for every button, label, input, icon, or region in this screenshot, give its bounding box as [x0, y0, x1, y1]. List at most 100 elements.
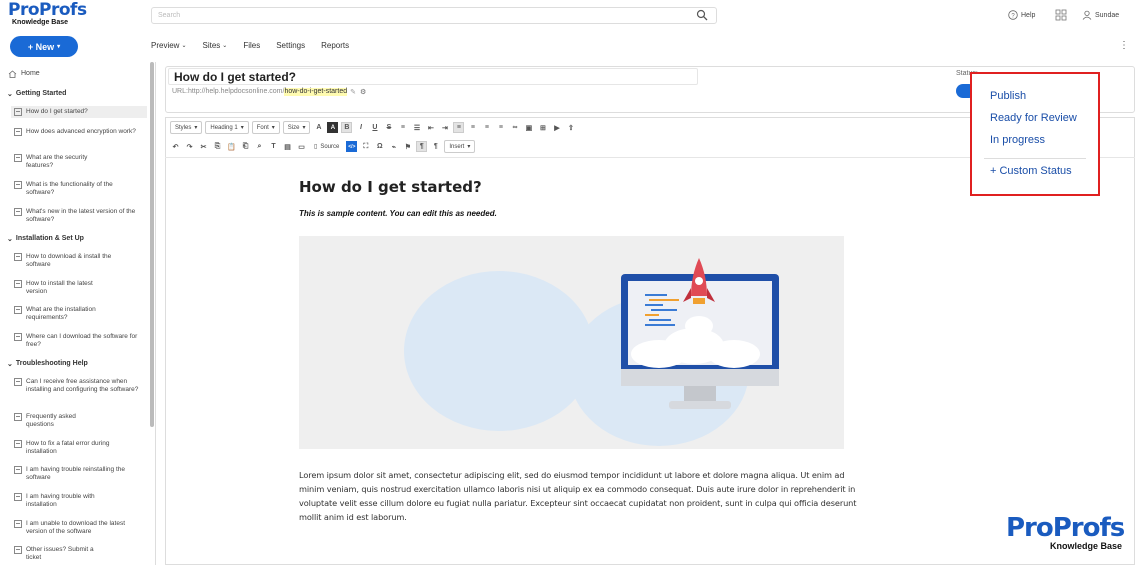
status-option-in-progress[interactable]: In progress [990, 134, 1045, 146]
sidebar-item[interactable]: I am having trouble with installation [14, 493, 150, 509]
insert-label: Insert [449, 143, 465, 150]
help-label: Help [1021, 11, 1036, 19]
outdent-icon[interactable]: ⇤ [425, 122, 436, 133]
gear-icon[interactable]: ⚙ [360, 88, 366, 96]
document-icon [14, 333, 22, 341]
code-icon[interactable]: </> [346, 141, 358, 152]
fullscreen-icon[interactable]: ⛶ [360, 141, 371, 152]
bullet-list-icon[interactable]: ☰ [411, 122, 422, 133]
edit-pencil-icon[interactable]: ✎ [350, 88, 356, 96]
url-slug[interactable]: how-do-i-get-started [284, 88, 348, 96]
sidebar-item[interactable]: I am having trouble reinstalling the sof… [14, 466, 150, 482]
apps-grid-icon[interactable] [1055, 9, 1067, 21]
user-menu[interactable]: Sundae [1082, 10, 1119, 20]
sidebar-item[interactable]: Can I receive free assistance when insta… [14, 378, 150, 394]
document-heading[interactable]: How do I get started? [299, 178, 482, 196]
logo-subtitle: Knowledge Base [12, 19, 69, 26]
sidebar-item[interactable]: How to download & install the software [14, 253, 150, 269]
sidebar-section-troubleshooting[interactable]: ⌄ Troubleshooting Help [7, 360, 88, 368]
link-icon[interactable]: ∞ [509, 122, 520, 133]
size-dropdown[interactable]: Size ▾ [282, 121, 311, 134]
table-icon[interactable]: ⊞ [537, 122, 548, 133]
more-options-icon[interactable]: ⋮ [1119, 40, 1129, 51]
image-icon[interactable]: ▣ [523, 122, 534, 133]
save-icon[interactable]: ▭ [296, 141, 307, 152]
proprofs-logo[interactable]: ProProfs Knowledge Base [8, 0, 87, 27]
align-right-icon[interactable]: ≡ [481, 122, 492, 133]
help-link[interactable]: ? Help [1008, 10, 1035, 20]
chevron-down-icon: ▾ [467, 144, 471, 150]
source-button[interactable]: ▯ Source [310, 140, 343, 153]
sidebar-item[interactable]: How to install the latest version [14, 280, 150, 296]
paste-icon[interactable]: 📋 [226, 141, 237, 152]
anchor-icon[interactable]: ⚑ [402, 141, 413, 152]
numbered-list-icon[interactable]: ≡ [397, 122, 408, 133]
document-subheading[interactable]: This is sample content. You can edit thi… [299, 209, 497, 218]
sidebar-item[interactable]: How to fix a fatal error during installa… [14, 440, 150, 456]
cut-icon[interactable]: ✂ [198, 141, 209, 152]
sidebar-item[interactable]: Where can I download the software for fr… [14, 333, 150, 349]
rtl-icon[interactable]: ¶ [430, 141, 441, 152]
special-char-icon[interactable]: Ω [374, 141, 385, 152]
search-icon[interactable] [696, 9, 708, 21]
sidebar-item[interactable]: What are the security features? [14, 154, 150, 170]
nav-reports[interactable]: Reports [321, 41, 349, 50]
nav-sites[interactable]: Sites ⌄ [202, 41, 227, 50]
italic-icon[interactable]: I [355, 122, 366, 133]
document-icon [14, 208, 22, 216]
logo-text: ProProfs [8, 0, 87, 20]
sidebar-home[interactable]: Home [8, 70, 40, 78]
sidebar-item[interactable]: How does advanced encryption work? [14, 128, 150, 136]
nav-files[interactable]: Files [243, 41, 260, 50]
document-icon [14, 546, 22, 554]
sidebar-item[interactable]: Other issues? Submit a ticket [14, 546, 150, 562]
new-button[interactable]: + New ▾ [10, 36, 78, 57]
strikethrough-icon[interactable]: S [383, 122, 394, 133]
align-left-icon[interactable]: ≡ [453, 122, 465, 133]
format-dropdown[interactable]: Heading 1 ▾ [205, 121, 249, 134]
document-icon [14, 466, 22, 474]
bold-icon[interactable]: B [341, 122, 353, 133]
template-icon[interactable]: ▤ [282, 141, 293, 152]
sidebar-item[interactable]: Frequently asked questions [14, 413, 150, 429]
redo-icon[interactable]: ↷ [184, 141, 195, 152]
copy-icon[interactable]: ⎘ [212, 141, 223, 152]
indent-icon[interactable]: ⇥ [439, 122, 450, 133]
sidebar-item[interactable]: I am unable to download the latest versi… [14, 520, 150, 536]
sidebar-section-installation[interactable]: ⌄ Installation & Set Up [7, 235, 84, 243]
text-color-icon[interactable]: A [313, 122, 324, 133]
status-option-ready-for-review[interactable]: Ready for Review [990, 112, 1077, 124]
document-body[interactable]: Lorem ipsum dolor sit amet, consectetur … [299, 468, 871, 524]
nav-preview[interactable]: Preview ⌄ [151, 41, 186, 50]
article-title-input[interactable]: How do I get started? [168, 68, 698, 85]
paste-text-icon[interactable]: ⎗ [240, 141, 251, 152]
media-icon[interactable]: ▶ [551, 122, 562, 133]
chevron-down-icon: ▾ [194, 125, 198, 131]
sidebar-item[interactable]: What is the functionality of the softwar… [14, 181, 150, 197]
insert-dropdown[interactable]: Insert ▾ [444, 140, 476, 153]
hero-illustration[interactable] [299, 236, 844, 449]
search-input[interactable]: Search [151, 7, 717, 24]
justify-icon[interactable]: ≡ [495, 122, 506, 133]
sidebar-item[interactable]: How do I get started? [11, 106, 147, 118]
chevron-down-icon: ▾ [240, 125, 244, 131]
clear-format-icon[interactable]: T [268, 141, 279, 152]
align-center-icon[interactable]: ≡ [467, 122, 478, 133]
sidebar-item[interactable]: What's new in the latest version of the … [14, 208, 150, 224]
underline-icon[interactable]: U [369, 122, 380, 133]
custom-status-button[interactable]: + Custom Status [990, 165, 1072, 177]
status-option-publish[interactable]: Publish [990, 90, 1026, 102]
undo-icon[interactable]: ↶ [170, 141, 181, 152]
sidebar-item[interactable]: What are the installation requirements? [14, 306, 150, 322]
unlink-icon[interactable]: ⌁ [388, 141, 399, 152]
nav-settings[interactable]: Settings [276, 41, 305, 50]
find-icon[interactable]: ⌕ [254, 141, 265, 152]
upload-icon[interactable]: ⇧ [565, 122, 576, 133]
sidebar-section-getting-started[interactable]: ⌄ Getting Started [7, 90, 66, 98]
sidebar-item-label: How to fix a fatal error during installa… [26, 440, 110, 455]
styles-dropdown[interactable]: Styles ▾ [170, 121, 203, 134]
sidebar-scrollbar[interactable] [150, 62, 154, 427]
font-dropdown[interactable]: Font ▾ [251, 121, 280, 134]
ltr-icon[interactable]: ¶ [416, 141, 428, 152]
bg-color-icon[interactable]: A [327, 122, 339, 133]
